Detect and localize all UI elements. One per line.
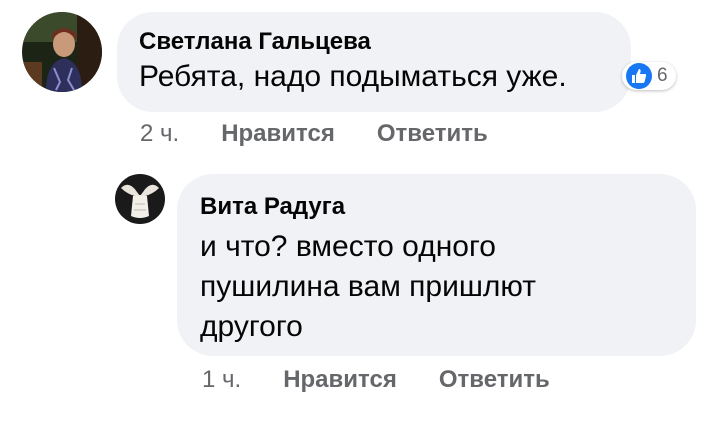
reply-actions: 1 ч. Нравится Ответить xyxy=(202,366,550,394)
reply-like-button[interactable]: Нравится xyxy=(283,366,397,394)
reply-text: и что? вместо одного пушилина вам пришлю… xyxy=(200,230,537,343)
reply-avatar[interactable] xyxy=(115,174,165,224)
avatar-photo xyxy=(22,12,102,92)
like-button[interactable]: Нравится xyxy=(221,120,335,148)
avatar[interactable] xyxy=(22,12,102,92)
like-icon xyxy=(626,63,652,89)
comments-thread: Светлана Гальцева Ребята, надо подыматьс… xyxy=(0,0,720,430)
reply-reply-button[interactable]: Ответить xyxy=(439,366,550,394)
comment-author[interactable]: Светлана Гальцева xyxy=(139,28,371,56)
reaction-summary[interactable]: 6 xyxy=(622,62,676,90)
reaction-count: 6 xyxy=(657,65,668,86)
reply-author[interactable]: Вита Радуга xyxy=(200,193,345,221)
reply-timestamp[interactable]: 1 ч. xyxy=(202,366,241,394)
reply-button[interactable]: Ответить xyxy=(377,120,488,148)
comment-text: Ребята, надо подыматься уже. xyxy=(139,60,567,93)
reply-avatar-photo xyxy=(115,174,165,224)
comment-actions: 2 ч. Нравится Ответить xyxy=(140,120,488,148)
comment-timestamp[interactable]: 2 ч. xyxy=(140,120,179,148)
